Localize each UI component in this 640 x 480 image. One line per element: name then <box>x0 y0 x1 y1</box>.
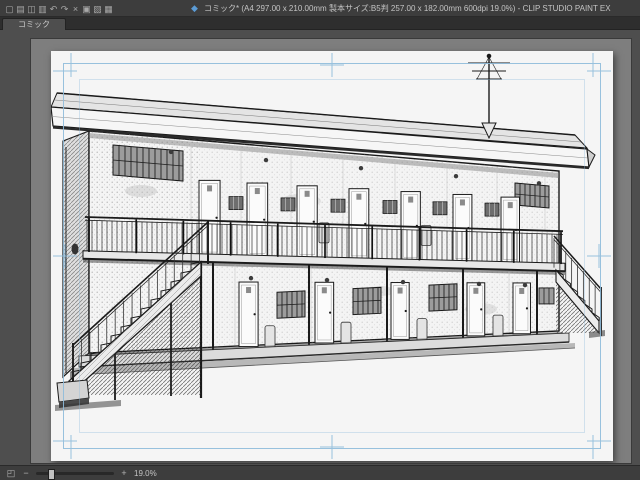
small-window-artwork <box>280 197 296 212</box>
paste-icon[interactable]: ▧ <box>92 3 103 16</box>
workspace-mode-icon[interactable]: ◆ <box>191 2 198 15</box>
tab-comic-document[interactable]: コミック <box>2 18 66 30</box>
grid-icon[interactable]: ▦ <box>103 3 114 16</box>
vent-artwork <box>358 165 364 171</box>
small-window-artwork <box>330 198 346 213</box>
status-bar: ◰ − + 19.0% <box>0 465 640 480</box>
water-heater-artwork <box>318 222 330 244</box>
vent-artwork <box>248 275 254 281</box>
tv-antenna <box>468 53 510 140</box>
fit-screen-icon[interactable]: ◰ <box>6 468 16 479</box>
new-file-icon[interactable]: ▢ <box>4 3 15 16</box>
zoom-slider-handle[interactable] <box>47 468 55 480</box>
document-tab-bar: コミック <box>0 17 640 30</box>
vent-artwork <box>263 157 269 163</box>
clip-studio-paint-window: ▢ ▤ ◫ ▥ ↶ ↷ × ▣ ▧ ▦ ◆ コミック* (A4 297.00 x 210.00mm… <box>0 0 640 480</box>
canvas-scroll-view[interactable] <box>30 38 632 464</box>
redo-icon[interactable]: ↷ <box>59 3 70 16</box>
vent-artwork <box>400 279 406 285</box>
vent-artwork <box>522 282 528 288</box>
toolbar-icon-group: ▢ ▤ ◫ ▥ ↶ ↷ × ▣ ▧ ▦ <box>4 0 114 17</box>
water-heater-artwork <box>420 225 432 246</box>
vent-artwork <box>324 277 330 283</box>
zoom-slider[interactable] <box>36 468 114 480</box>
canvas-page[interactable] <box>51 51 613 461</box>
command-bar: ▢ ▤ ◫ ▥ ↶ ↷ × ▣ ▧ ▦ ◆ コミック* (A4 297.00 x 210.00mm… <box>0 0 640 17</box>
small-window-artwork <box>228 196 244 210</box>
zoom-value: 19.0% <box>134 468 157 478</box>
vent-artwork <box>168 149 174 155</box>
small-window-artwork <box>432 201 448 216</box>
small-window-artwork <box>538 287 555 305</box>
workspace-area <box>0 30 640 466</box>
zoom-out-icon[interactable]: − <box>21 468 31 478</box>
small-window-artwork <box>382 200 398 214</box>
save-icon[interactable]: ◫ <box>26 3 37 16</box>
undo-icon[interactable]: ↶ <box>48 3 59 16</box>
apartment-line-art <box>51 53 611 459</box>
print-icon[interactable]: ▥ <box>37 3 48 16</box>
small-window-artwork <box>484 202 500 217</box>
vent-artwork <box>476 281 482 287</box>
vent-artwork <box>453 174 459 179</box>
copy-icon[interactable]: ▣ <box>81 3 92 16</box>
window-title: コミック* (A4 297.00 x 210.00mm 製本サイズ:B5判 25… <box>204 4 611 13</box>
vent-artwork <box>536 181 542 186</box>
zoom-in-icon[interactable]: + <box>119 468 129 478</box>
delete-icon[interactable]: × <box>70 3 81 16</box>
open-file-icon[interactable]: ▤ <box>15 3 26 16</box>
